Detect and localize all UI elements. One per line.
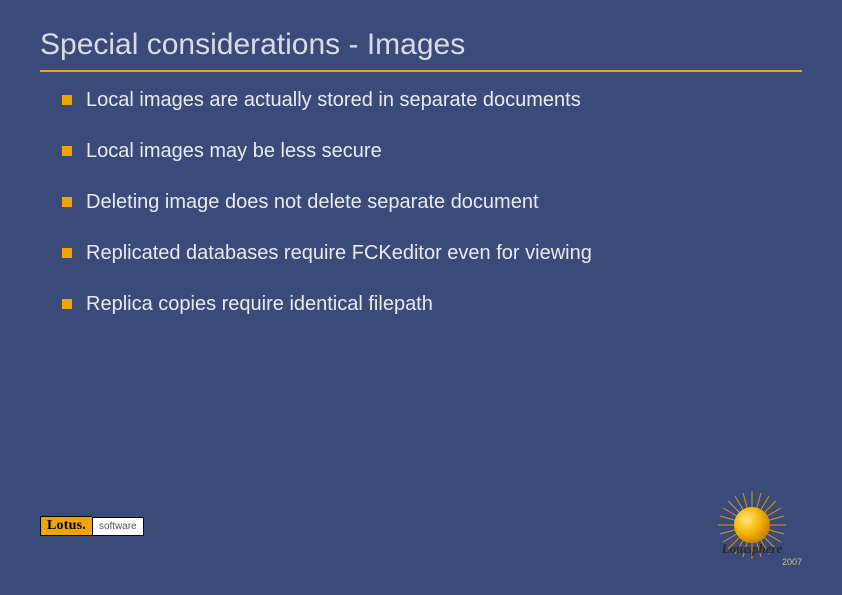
bullet-text: Local images are actually stored in sepa… (86, 88, 581, 113)
bullet-text: Deleting image does not delete separate … (86, 190, 539, 215)
lotusphere-year: 2007 (782, 557, 802, 567)
footer: Lotus. software (40, 515, 822, 575)
list-item: Replicated databases require FCKeditor e… (62, 241, 782, 266)
bullet-icon (62, 248, 72, 258)
bullet-icon (62, 299, 72, 309)
bullet-icon (62, 95, 72, 105)
bullet-icon (62, 197, 72, 207)
slide-title: Special considerations - Images (40, 28, 802, 68)
list-item: Replica copies require identical filepat… (62, 292, 782, 317)
bullet-text: Replica copies require identical filepat… (86, 292, 433, 317)
content-area: Local images are actually stored in sepa… (62, 88, 782, 343)
title-underline (40, 70, 802, 72)
slide: Special considerations - Images Local im… (0, 0, 842, 595)
lotus-software-logo: Lotus. software (40, 515, 144, 537)
lotusphere-logo: Lotusphere 2007 (692, 485, 812, 575)
list-item: Local images may be less secure (62, 139, 782, 164)
list-item: Local images are actually stored in sepa… (62, 88, 782, 113)
lotus-brand-text: Lotus. (40, 516, 92, 536)
lotus-software-text: software (92, 517, 144, 536)
bullet-text: Local images may be less secure (86, 139, 382, 164)
bullet-icon (62, 146, 72, 156)
lotusphere-text: Lotusphere (721, 541, 783, 556)
title-block: Special considerations - Images (40, 28, 802, 72)
list-item: Deleting image does not delete separate … (62, 190, 782, 215)
bullet-text: Replicated databases require FCKeditor e… (86, 241, 592, 266)
